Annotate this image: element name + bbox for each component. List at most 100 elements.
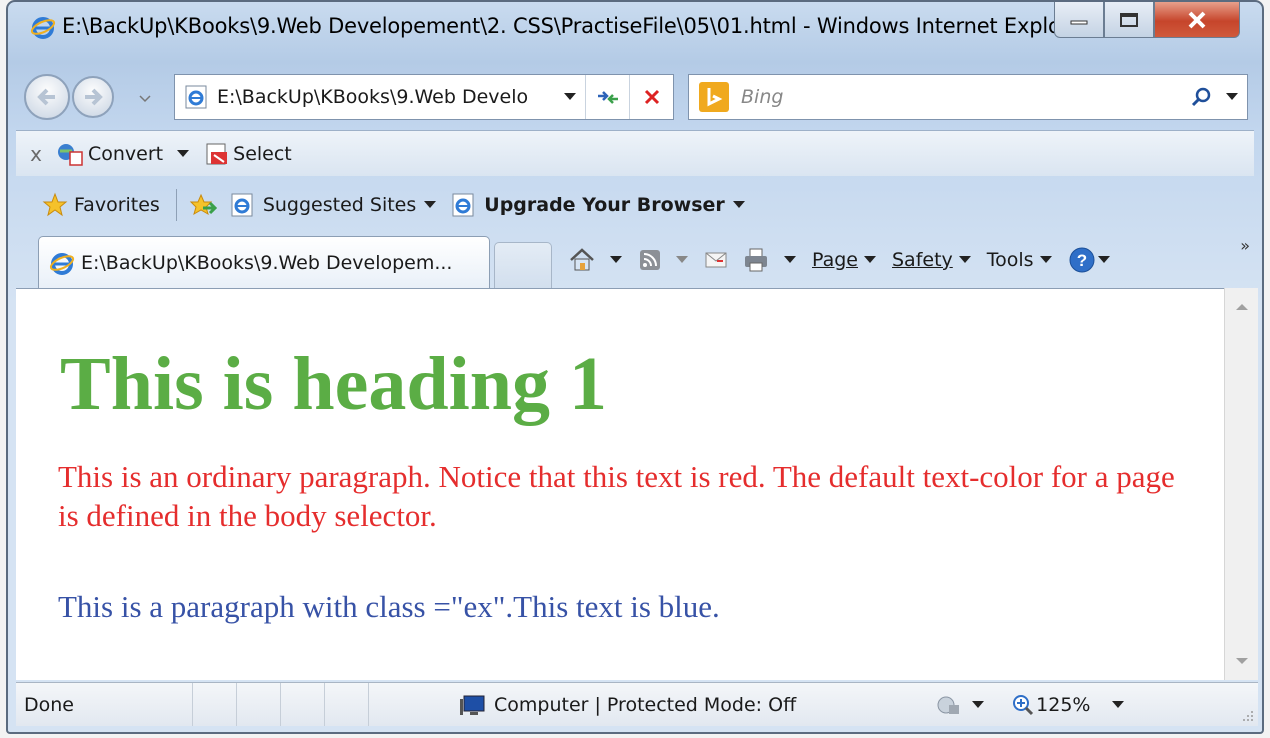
close-toolbar-icon[interactable]: x <box>16 142 56 166</box>
tools-menu-button[interactable]: Tools <box>987 249 1054 271</box>
back-arrow-icon <box>37 88 55 106</box>
ie-logo-icon <box>30 14 56 40</box>
chevron-down-icon <box>139 95 151 103</box>
stop-button[interactable] <box>629 75 673 119</box>
ie-logo-icon <box>49 252 75 275</box>
zoom-level: 125% <box>1036 693 1091 716</box>
maximize-icon <box>1120 12 1138 27</box>
home-button[interactable] <box>568 247 624 273</box>
address-bar[interactable]: E:\BackUp\KBooks\9.Web Develo <box>174 74 674 120</box>
forward-button[interactable] <box>72 76 114 118</box>
add-favorite-icon <box>189 193 217 216</box>
mail-icon <box>705 252 727 268</box>
dropdown-arrow-icon <box>610 256 622 263</box>
convert-toolbar: x Convert Select <box>16 130 1254 176</box>
select-button[interactable]: Select <box>205 142 292 166</box>
page-menu-button[interactable]: Page <box>812 249 878 271</box>
page-icon <box>183 84 209 110</box>
address-input[interactable]: E:\BackUp\KBooks\9.Web Develo <box>217 86 556 108</box>
red-paragraph: This is an ordinary paragraph. Notice th… <box>58 459 1175 533</box>
recent-pages-dropdown[interactable] <box>138 92 152 106</box>
dropdown-arrow-icon <box>784 256 796 263</box>
status-panel <box>324 683 368 726</box>
help-button[interactable]: ? <box>1068 246 1112 274</box>
dropdown-arrow-icon <box>1039 256 1052 263</box>
dropdown-arrow-icon <box>424 201 437 208</box>
suggested-sites-button[interactable]: Suggested Sites <box>229 192 438 218</box>
bing-logo-icon <box>699 82 729 112</box>
search-box[interactable]: Bing <box>688 74 1248 120</box>
status-panel <box>280 683 324 726</box>
zoom-icon <box>1013 694 1034 715</box>
printer-icon <box>745 248 767 272</box>
dropdown-arrow-icon <box>676 256 688 263</box>
page-icon <box>452 193 474 217</box>
dropdown-arrow-icon <box>1226 93 1238 100</box>
add-to-favorites-bar-button[interactable] <box>189 192 217 218</box>
minimize-button[interactable] <box>1054 2 1104 38</box>
refresh-button[interactable] <box>585 75 629 119</box>
status-panel <box>192 683 236 726</box>
separator <box>175 189 177 221</box>
convert-label: Convert <box>88 142 164 165</box>
resize-grip-icon[interactable] <box>1240 708 1254 722</box>
forward-arrow-icon <box>85 88 103 106</box>
back-button[interactable] <box>24 74 70 120</box>
scroll-up-button[interactable] <box>1225 290 1259 324</box>
navigation-bar: E:\BackUp\KBooks\9.Web Develo Bing <box>8 66 1262 126</box>
read-mail-button[interactable] <box>704 250 728 270</box>
maximize-button[interactable] <box>1104 2 1154 38</box>
tools-menu-label: Tools <box>986 249 1034 271</box>
address-dropdown[interactable] <box>556 75 586 119</box>
upgrade-browser-button[interactable]: Upgrade Your Browser <box>450 192 747 218</box>
favorites-bar: Favorites Suggested Sites Upgrade Your B… <box>8 182 1262 228</box>
security-zone-label: Computer | Protected Mode: Off <box>494 693 797 716</box>
zoom-button[interactable]: 125% <box>1012 694 1126 716</box>
dropdown-arrow-icon <box>177 149 190 157</box>
more-commands-chevron-icon[interactable]: » <box>1240 236 1250 255</box>
title-bar: E:\BackUp\KBooks\9.Web Developement\2. C… <box>8 2 1262 64</box>
security-zone[interactable]: Computer | Protected Mode: Off <box>458 693 796 717</box>
rss-feed-icon <box>640 250 660 270</box>
status-text: Done <box>24 693 74 716</box>
window-title: E:\BackUp\KBooks\9.Web Developement\2. C… <box>62 14 1080 38</box>
dropdown-arrow-icon <box>864 256 876 263</box>
select-pdf-icon <box>206 143 228 164</box>
scroll-down-button[interactable] <box>1225 644 1259 678</box>
refresh-icon <box>597 91 618 104</box>
status-panel <box>368 683 412 726</box>
page-icon <box>231 193 253 217</box>
search-options-dropdown[interactable] <box>1217 93 1247 101</box>
scroll-up-icon <box>1236 304 1248 310</box>
print-button[interactable] <box>742 247 798 273</box>
search-button[interactable] <box>1185 87 1217 107</box>
search-icon <box>1191 87 1211 107</box>
help-icon: ? <box>1069 247 1095 273</box>
protected-mode-button[interactable] <box>936 694 986 716</box>
convert-button[interactable]: Convert <box>56 142 191 166</box>
upgrade-browser-label: Upgrade Your Browser <box>484 194 725 216</box>
favorites-button[interactable]: Favorites <box>42 192 160 218</box>
convert-pdf-icon <box>58 143 83 166</box>
safety-menu-button[interactable]: Safety <box>892 249 973 271</box>
dropdown-arrow-icon <box>1112 700 1125 708</box>
feeds-button[interactable] <box>638 248 690 272</box>
tab-label: E:\BackUp\KBooks\9.Web Developem... <box>81 251 453 274</box>
status-panel <box>236 683 280 726</box>
dropdown-arrow-icon <box>1097 256 1110 263</box>
page-content: This is heading 1 This is an ordinary pa… <box>16 288 1224 680</box>
blue-paragraph: This is a paragraph with class ="ex".Thi… <box>58 589 720 624</box>
close-button[interactable] <box>1154 2 1240 38</box>
new-tab-button[interactable] <box>494 242 552 288</box>
minimize-icon <box>1070 20 1088 24</box>
computer-icon <box>460 695 485 715</box>
search-input[interactable]: Bing <box>741 86 1185 108</box>
star-icon <box>42 192 68 217</box>
tab-active[interactable]: E:\BackUp\KBooks\9.Web Developem... <box>38 236 490 288</box>
tab-bar: E:\BackUp\KBooks\9.Web Developem... Page <box>8 230 1262 288</box>
browser-window: E:\BackUp\KBooks\9.Web Developement\2. C… <box>6 0 1264 734</box>
scroll-down-icon <box>1236 658 1248 664</box>
safety-menu-label: Safety <box>892 249 953 271</box>
close-icon <box>1188 11 1206 28</box>
vertical-scrollbar[interactable] <box>1224 288 1258 680</box>
